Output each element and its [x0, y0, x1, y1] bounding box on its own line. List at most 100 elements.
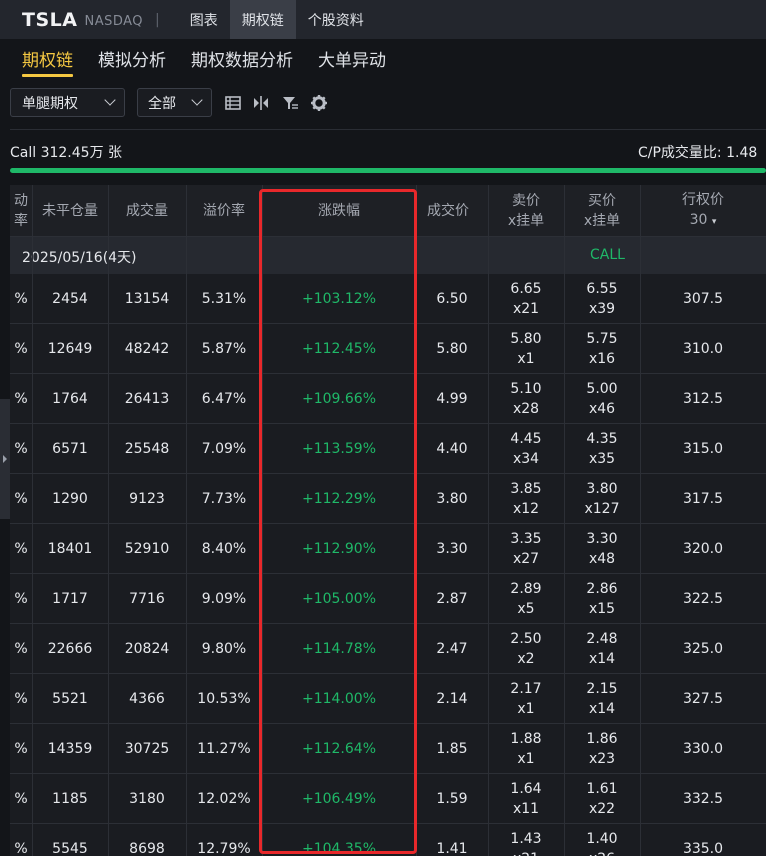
- cell-last-price: 3.30: [436, 541, 468, 557]
- tab-chart[interactable]: 图表: [178, 0, 230, 39]
- table-row[interactable]: % 6571 25548 7.09% +113.59% 4.40 4.45 x34 4.35 x3…: [10, 424, 766, 474]
- cell-volume: 25548: [124, 441, 170, 457]
- cell-ask-price: 2.50: [510, 631, 542, 647]
- cell-bid-price: 1.40: [586, 831, 618, 847]
- header-bid[interactable]: 买价 x挂单: [564, 185, 640, 236]
- scope-dropdown[interactable]: 全部: [137, 88, 212, 117]
- header-premium[interactable]: 溢价率: [186, 185, 262, 236]
- cell-ask-size: x11: [512, 801, 540, 817]
- cell-ask-size: x21: [513, 849, 539, 856]
- cell-ask-size: x12: [512, 501, 540, 517]
- column-divider: [262, 185, 263, 856]
- cell-ask-price: 1.43: [510, 831, 542, 847]
- cell-last-price: 1.85: [436, 741, 468, 757]
- subtab-simulation[interactable]: 模拟分析: [98, 46, 166, 77]
- table-row[interactable]: % 12649 48242 5.87% +112.45% 5.80 5.80 x1 5.75 x1…: [10, 324, 766, 374]
- cell-bid-price: 6.55: [586, 281, 618, 297]
- cell-bid: 5.00 x46: [564, 374, 640, 424]
- cell-premium: 7.73%: [201, 491, 247, 507]
- option-type-dropdown[interactable]: 单腿期权: [10, 88, 125, 117]
- cell-ask-size: x28: [512, 401, 540, 417]
- filter-bar: 单腿期权 全部: [0, 79, 766, 129]
- cell-ask: 2.89 x5: [488, 574, 564, 624]
- cell-volume: 7716: [129, 591, 165, 607]
- cell-bid-size: x26: [589, 849, 615, 856]
- tab-option-chain[interactable]: 期权链: [229, 0, 296, 39]
- table-row[interactable]: % 1764 26413 6.47% +109.66% 4.99 5.10 x28 5.00 x4…: [10, 374, 766, 424]
- cell-change-pct: +112.90%: [301, 541, 377, 557]
- gear-icon[interactable]: [310, 94, 328, 112]
- tab-stock-profile[interactable]: 个股资料: [296, 0, 376, 39]
- call-volume-text: Call 312.45万 张: [10, 145, 123, 161]
- cp-ratio-bar: [10, 168, 766, 173]
- cell-open-interest: 12649: [47, 341, 93, 357]
- table-row[interactable]: % 14359 30725 11.27% +112.64% 1.85 1.88 x1 1.86 x…: [10, 724, 766, 774]
- filter-icon[interactable]: [281, 94, 299, 112]
- table-header: 动率 未平仓量 成交量 溢价率 涨跌幅 成交价 卖价 x挂单 买价 x挂单 行权…: [10, 185, 766, 236]
- cell-strike: 307.5: [682, 291, 724, 307]
- cell-premium: 12.02%: [197, 791, 251, 807]
- cell-bid: 2.15 x14: [564, 674, 640, 724]
- cell-ask-size: x1: [517, 701, 535, 717]
- table-row[interactable]: % 1717 7716 9.09% +105.00% 2.87 2.89 x5 2.86 x15 3…: [10, 574, 766, 624]
- cell-bid-size: x15: [588, 601, 616, 617]
- cell-partial: %: [14, 491, 28, 507]
- top-bar: TSLA NASDAQ | 图表 期权链 个股资料: [0, 0, 766, 39]
- subtab-option-data-analysis[interactable]: 期权数据分析: [191, 46, 293, 77]
- table-row[interactable]: % 1290 9123 7.73% +112.29% 3.80 3.85 x12 3.80 x12…: [10, 474, 766, 524]
- cell-ask-price: 1.64: [510, 781, 542, 797]
- cell-last-price: 6.50: [436, 291, 468, 307]
- table-row[interactable]: % 22666 20824 9.80% +114.78% 2.47 2.50 x2 2.48 x1…: [10, 624, 766, 674]
- header-last-price[interactable]: 成交价: [416, 185, 480, 236]
- cell-open-interest: 1764: [52, 391, 88, 407]
- table-row[interactable]: % 2454 13154 5.31% +103.12% 6.50 6.65 x21 6.55 x3…: [10, 274, 766, 324]
- cell-ask-size: x5: [517, 601, 535, 617]
- cell-bid-size: x127: [584, 501, 620, 517]
- cell-change-pct: +114.78%: [301, 641, 377, 657]
- cell-ask-price: 4.45: [510, 431, 542, 447]
- header-partial[interactable]: 动率: [10, 185, 32, 236]
- cell-open-interest: 5521: [52, 691, 88, 707]
- cell-volume: 20824: [124, 641, 170, 657]
- header-strike[interactable]: 行权价 30 ▾: [640, 185, 766, 236]
- column-divider: [108, 185, 109, 856]
- header-volume[interactable]: 成交量: [108, 185, 186, 236]
- cell-premium: 8.40%: [201, 541, 247, 557]
- cell-change-pct: +113.59%: [301, 441, 377, 457]
- cell-bid-price: 2.15: [586, 681, 618, 697]
- list-icon[interactable]: [224, 94, 242, 112]
- cell-ask-price: 3.85: [510, 481, 542, 497]
- cell-partial: %: [14, 841, 28, 856]
- cell-premium: 7.09%: [201, 441, 247, 457]
- option-chain-table: 动率 未平仓量 成交量 溢价率 涨跌幅 成交价 卖价 x挂单 买价 x挂单 行权…: [10, 185, 766, 856]
- cell-last-price: 1.41: [436, 841, 468, 856]
- cell-change-pct: +106.49%: [301, 791, 377, 807]
- cell-ask: 2.17 x1: [488, 674, 564, 724]
- table-row[interactable]: % 18401 52910 8.40% +112.90% 3.30 3.35 x27 3.30 x…: [10, 524, 766, 574]
- header-ask[interactable]: 卖价 x挂单: [488, 185, 564, 236]
- table-row[interactable]: % 1185 3180 12.02% +106.49% 1.59 1.64 x11 1.61 x2…: [10, 774, 766, 824]
- chevron-down-icon: [191, 94, 203, 106]
- cell-bid: 4.35 x35: [564, 424, 640, 474]
- table-row[interactable]: % 5545 8698 12.79% +104.35% 1.41 1.43 x21 1.40 x2…: [10, 824, 766, 856]
- cell-premium: 5.31%: [201, 291, 247, 307]
- subtab-option-chain[interactable]: 期权链: [22, 46, 73, 77]
- expiry-group-row[interactable]: 2025/05/16(4天) CALL: [10, 236, 766, 274]
- table-row[interactable]: % 5521 4366 10.53% +114.00% 2.14 2.17 x1 2.15 x14…: [10, 674, 766, 724]
- cell-strike: 310.0: [682, 341, 724, 357]
- header-change-pct[interactable]: 涨跌幅: [262, 185, 416, 236]
- cell-strike: 317.5: [682, 491, 724, 507]
- cell-partial: %: [14, 541, 28, 557]
- cell-volume: 26413: [124, 391, 170, 407]
- cell-ask-size: x27: [512, 551, 540, 567]
- column-divider: [488, 185, 489, 856]
- cell-bid-price: 3.30: [586, 531, 618, 547]
- cell-bid-size: x35: [588, 451, 616, 467]
- collapse-handle[interactable]: [0, 399, 10, 519]
- header-open-interest[interactable]: 未平仓量: [32, 185, 108, 236]
- subtab-large-orders[interactable]: 大单异动: [318, 46, 386, 77]
- split-columns-icon[interactable]: [252, 94, 270, 112]
- cell-bid-size: x23: [588, 751, 616, 767]
- cell-bid-size: x48: [588, 551, 616, 567]
- cell-partial: %: [14, 591, 28, 607]
